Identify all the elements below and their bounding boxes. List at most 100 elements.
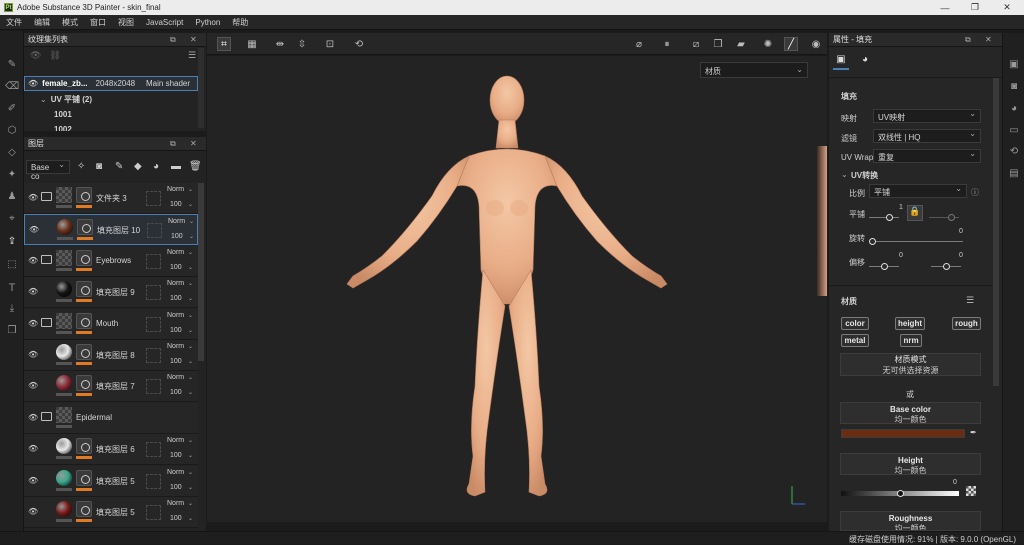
chevron-down-icon[interactable]: ⌄ [188, 201, 193, 208]
menu-mode[interactable]: 模式 [56, 17, 84, 28]
blend-mode[interactable]: Norm [167, 374, 184, 381]
height-slider-handle[interactable] [897, 490, 904, 497]
opacity-value[interactable]: 100 [171, 233, 183, 240]
pause-icon[interactable]: ⏸ [660, 37, 674, 51]
mask-thumbnail[interactable] [76, 438, 92, 455]
hide-icon[interactable]: ⌀ [632, 37, 646, 51]
layer-row[interactable]: 👁 填充图层 9 Norm 100 ⌄ ⌄ [24, 277, 198, 309]
chevron-down-icon[interactable]: ⌄ [188, 280, 193, 287]
eye-icon[interactable]: 👁 [28, 444, 38, 453]
eye-icon[interactable]: 👁 [28, 287, 38, 296]
panel-close-icon[interactable]: ✕ [985, 35, 992, 44]
eye-icon[interactable]: 👁 [28, 319, 38, 328]
eye-icon[interactable]: 👁 [28, 350, 38, 359]
uv-tiles-group[interactable]: ⌄ UV 平铺 (2) [24, 92, 198, 107]
close-icon[interactable]: ✕ [992, 0, 1022, 15]
blend-mode[interactable]: Norm [167, 249, 184, 256]
polygon-fill-icon[interactable]: ◇ [5, 145, 19, 159]
scrollbar[interactable] [198, 183, 204, 361]
opacity-value[interactable]: 100 [170, 515, 182, 522]
chevron-down-icon[interactable]: ⌄ [188, 327, 193, 334]
cube-view-icon[interactable]: ❒ [711, 37, 725, 51]
select-icon[interactable]: ⬚ [5, 257, 19, 271]
eye-icon[interactable]: 👁 [28, 413, 38, 422]
folder-icon[interactable]: ▬ [171, 161, 181, 172]
opacity-value[interactable]: 100 [170, 452, 182, 459]
scrollbar[interactable] [198, 48, 204, 128]
texture-set-settings-icon[interactable]: ▣ [1007, 57, 1021, 71]
chevron-down-icon[interactable]: ⌄ [188, 312, 193, 319]
filter-dropdown[interactable]: 双线性 | HQ [873, 129, 981, 143]
log-icon[interactable]: ▤ [1007, 166, 1021, 180]
chevron-down-icon[interactable]: ⌄ [188, 343, 193, 350]
opacity-value[interactable]: 100 [170, 327, 182, 334]
channel-chip-rough[interactable]: rough [952, 317, 981, 330]
shader-settings-icon[interactable]: ◕ [1007, 101, 1021, 115]
viewer-settings-icon[interactable]: ▭ [1007, 123, 1021, 137]
info-icon[interactable]: ⓘ [971, 187, 979, 198]
eye-icon[interactable]: 👁 [28, 381, 38, 390]
layer-row[interactable]: 👁 Eyebrows Norm 100 ⌄ ⌄ [24, 245, 198, 277]
layer-row[interactable]: 👁 填充图层 5 Norm 100 ⌄ ⌄ [24, 465, 198, 497]
mask-thumbnail[interactable] [76, 249, 92, 266]
tile-slider-track[interactable] [869, 217, 899, 218]
offset-y-slider-handle[interactable] [943, 263, 950, 270]
offset-x-slider-handle[interactable] [881, 263, 888, 270]
eye-icon[interactable]: 👁 [28, 193, 38, 202]
effects-icon[interactable]: ✧ [77, 161, 85, 172]
layer-row[interactable]: 👁 Mouth Norm 100 ⌄ ⌄ [24, 308, 198, 340]
opacity-value[interactable]: 100 [170, 484, 182, 491]
panel-close-icon[interactable]: ✕ [190, 35, 197, 44]
rotate-slider-track[interactable] [873, 241, 963, 242]
split-view-icon[interactable]: ⧄ [689, 37, 703, 51]
chevron-down-icon[interactable]: ⌄ [189, 233, 194, 240]
eye-icon[interactable]: 👁 [28, 476, 38, 485]
chevron-down-icon[interactable]: ⌄ [188, 515, 193, 522]
mask-thumbnail[interactable] [76, 469, 92, 486]
picker-icon[interactable]: ⌖ [5, 211, 19, 225]
tab-material-properties[interactable]: ◕ [857, 54, 873, 70]
blend-mode[interactable]: Norm [167, 343, 184, 350]
light-icon[interactable]: ✺ [761, 37, 775, 51]
layer-row[interactable]: 👁 填充图层 8 Norm 100 ⌄ ⌄ [24, 340, 198, 371]
mask-thumbnail[interactable] [76, 312, 92, 329]
eye-icon[interactable]: 👁 [28, 256, 38, 265]
channel-chip-metal[interactable]: metal [841, 334, 869, 347]
chevron-down-icon[interactable]: ⌄ [188, 500, 193, 507]
layer-row[interactable]: 👁 填充图层 5 Norm 100 ⌄ ⌄ [24, 497, 198, 528]
uv-tile-item[interactable]: 1002 [24, 122, 198, 131]
menu-javascript[interactable]: JavaScript [140, 18, 189, 27]
scrollbar[interactable] [993, 78, 999, 386]
paint-brush-icon[interactable]: ✎ [5, 57, 19, 71]
mask-slot[interactable] [146, 191, 161, 206]
mask-slot[interactable] [147, 223, 162, 239]
tab-layer-properties[interactable]: ▣ [833, 54, 849, 70]
menu-edit[interactable]: 编辑 [28, 17, 56, 28]
layer-row[interactable]: 👁 Epidermal [24, 402, 198, 434]
chevron-down-icon[interactable]: ⌄ [40, 95, 47, 104]
mask-thumbnail[interactable] [76, 501, 92, 517]
eye-icon[interactable]: 👁 [29, 225, 39, 234]
chevron-down-icon[interactable]: ⌄ [189, 218, 194, 225]
eyedropper-icon[interactable]: ✒ [970, 428, 977, 437]
blend-mode[interactable]: Norm [167, 186, 184, 193]
float-icon[interactable]: ⧉ [965, 35, 971, 45]
channel-dropdown[interactable]: Base co [26, 160, 70, 181]
screenshot-icon[interactable]: ◉ [809, 37, 823, 51]
visibility-toggle-icon[interactable]: 👁 [30, 50, 41, 61]
3d-viewport[interactable]: 材质 ⌄ [207, 56, 827, 522]
chevron-down-icon[interactable]: ⌄ [188, 249, 193, 256]
bake-icon[interactable]: ⇪ [5, 234, 19, 248]
channel-chip-color[interactable]: color [841, 317, 869, 330]
tile-slider-handle-2[interactable] [948, 214, 955, 221]
text-icon[interactable]: Ｔ [5, 279, 19, 294]
menu-help[interactable]: 帮助 [226, 17, 254, 28]
history-icon[interactable]: ⟲ [1007, 144, 1021, 158]
texture-set-item[interactable]: 👁 female_zb... 2048x2048 Main shader [24, 76, 198, 91]
height-button[interactable]: Height 均一颜色 [840, 453, 981, 475]
opacity-value[interactable]: 100 [170, 264, 182, 271]
mask-slot[interactable] [146, 253, 161, 269]
chevron-down-icon[interactable]: ⌄ [841, 170, 848, 179]
mask-slot[interactable] [146, 473, 161, 489]
menu-view[interactable]: 视图 [112, 17, 140, 28]
